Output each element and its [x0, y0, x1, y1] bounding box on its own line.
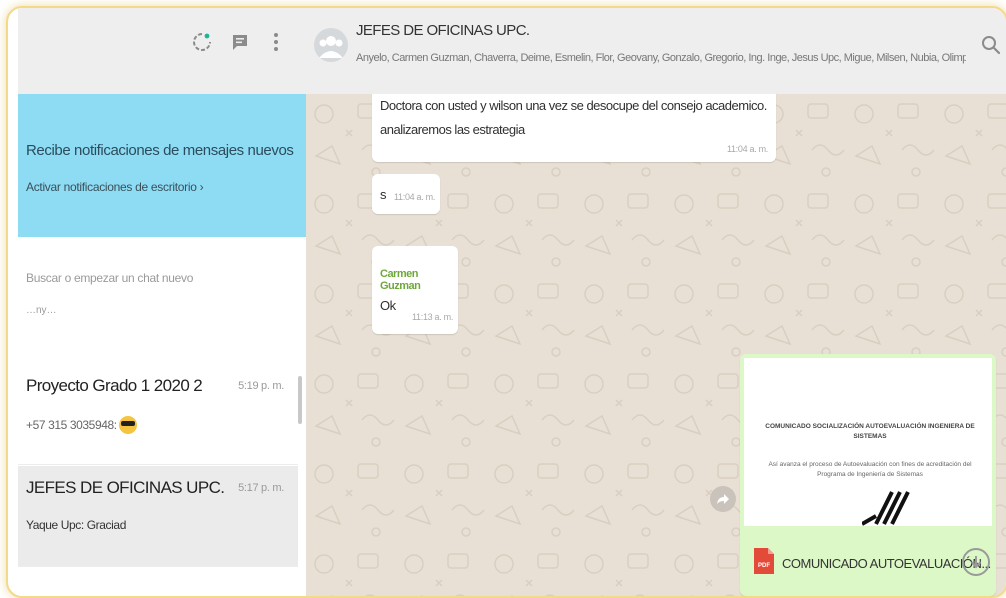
app-window: Recibe notificaciones de mensajes nuevos… [6, 6, 1006, 598]
forward-button[interactable] [710, 486, 736, 512]
document-preview-graphic [862, 491, 910, 526]
conversation-title: JEFES DE OFICINAS UPC. [356, 22, 530, 39]
group-avatar[interactable] [314, 28, 348, 62]
message-sender[interactable]: Carmen Guzman [380, 268, 458, 292]
message-time: 11:04 a. m. [394, 192, 436, 202]
message-bubble[interactable]: Carmen Guzman Ok 11:13 a. m. [372, 246, 458, 334]
chat-last-message-text: +57 315 3035948: [26, 418, 117, 432]
message-bubble[interactable]: s 11:04 a. m. [372, 174, 440, 214]
message-text: s [380, 187, 387, 202]
sidebar-header [18, 8, 306, 94]
document-footer: PDF COMUNICADO AUTOEVALUACIÓN... [740, 526, 996, 596]
menu-icon[interactable] [264, 30, 288, 54]
chat-list-item-active[interactable]: JEFES DE OFICINAS UPC. 5:17 p. m. Yaque … [18, 466, 298, 567]
chat-time: 5:19 p. m. [238, 380, 284, 392]
chat-time: 5:17 p. m. [238, 482, 284, 494]
sidebar-scrollbar[interactable] [298, 376, 302, 424]
notification-banner[interactable]: Recibe notificaciones de mensajes nuevos… [18, 94, 306, 237]
notification-title: Recibe notificaciones de mensajes nuevos [26, 142, 294, 159]
sidebar: Recibe notificaciones de mensajes nuevos… [18, 8, 307, 596]
cut-off-chat-snippet: …ny… [26, 305, 57, 316]
pdf-icon: PDF [754, 548, 774, 574]
new-chat-icon[interactable] [228, 30, 252, 54]
download-button[interactable] [962, 548, 990, 576]
chat-name: JEFES DE OFICINAS UPC. [26, 478, 225, 497]
chat-name: Proyecto Grado 1 2020 2 [26, 376, 203, 395]
conversation-members: Anyelo, Carmen Guzman, Chaverra, Deime, … [356, 52, 966, 64]
document-message[interactable]: COMUNICADO SOCIALIZACIÓN AUTOEVALUACIÓN … [740, 354, 996, 596]
message-time: 11:04 a. m. [726, 144, 768, 154]
message-bubble[interactable]: Doctora con usted y wilson una vez se de… [372, 94, 776, 162]
document-preview[interactable]: COMUNICADO SOCIALIZACIÓN AUTOEVALUACIÓN … [744, 358, 992, 526]
forward-icon [717, 494, 729, 504]
search-input[interactable]: Buscar o empezar un chat nuevo [26, 271, 193, 285]
chat-last-message: Yaque Upc: Graciad [26, 518, 126, 532]
message-text: Doctora con usted y wilson una vez se de… [380, 98, 767, 113]
status-icon[interactable] [190, 30, 214, 54]
search-icon[interactable] [980, 34, 1002, 56]
message-time: 11:13 a. m. [412, 312, 454, 322]
sunglasses-emoji-icon [118, 416, 137, 434]
message-text: analizaremos las estrategia [380, 122, 525, 137]
chat-last-message: +57 315 3035948: [26, 416, 137, 434]
conversation-header[interactable]: JEFES DE OFICINAS UPC. Anyelo, Carmen Gu… [306, 8, 1006, 95]
chat-list-item[interactable]: Proyecto Grado 1 2020 2 5:19 p. m. +57 3… [18, 364, 298, 465]
svg-text:PDF: PDF [758, 563, 770, 569]
document-preview-heading: COMUNICADO SOCIALIZACIÓN AUTOEVALUACIÓN … [765, 423, 975, 440]
download-icon [970, 556, 982, 569]
enable-notifications-link[interactable]: Activar notificaciones de escritorio › [26, 180, 204, 194]
message-text: Ok [380, 298, 396, 313]
search-area: Buscar o empezar un chat nuevo …ny… [18, 237, 306, 317]
message-area[interactable]: Doctora con usted y wilson una vez se de… [306, 94, 1006, 596]
document-file-name: COMUNICADO AUTOEVALUACIÓN... [782, 556, 991, 571]
document-preview-text: Así avanza el proceso de Autoevaluación … [768, 461, 972, 478]
